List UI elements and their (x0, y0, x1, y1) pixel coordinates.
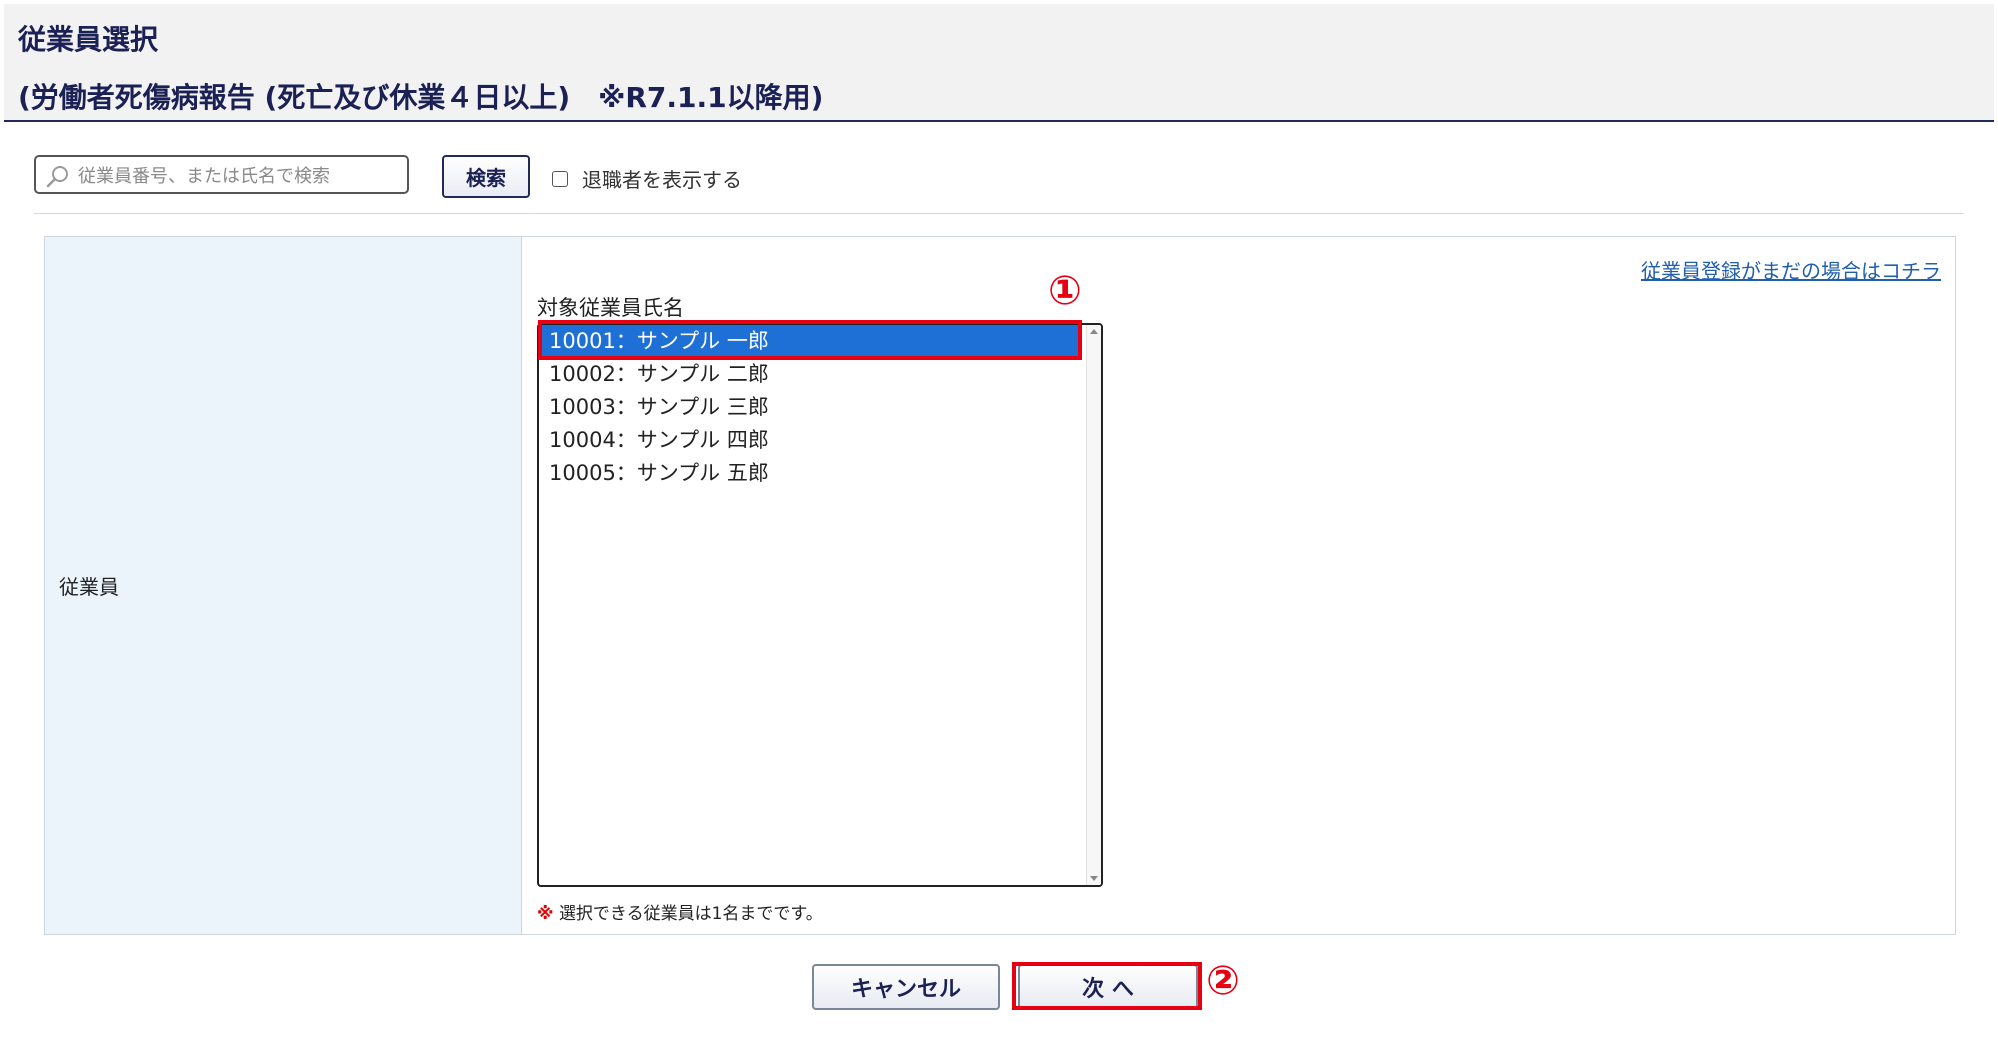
note-text: 選択できる従業員は1名までです。 (558, 904, 823, 924)
search-box[interactable] (34, 155, 409, 194)
search-icon (46, 166, 68, 188)
show-retired-label: 退職者を表示する (582, 168, 742, 192)
note-mark: ※ (537, 904, 554, 924)
employee-option-10004[interactable]: 10004：サンプル 四郎 (541, 424, 1079, 457)
search-button[interactable]: 検索 (442, 155, 530, 198)
field-label: 従業員 (59, 575, 119, 599)
page-title: 従業員選択 (18, 23, 159, 56)
step-marker-1: ① (1048, 268, 1082, 314)
divider (34, 213, 1964, 214)
employee-listbox[interactable]: 10001：サンプル 一郎 10002：サンプル 二郎 10003：サンプル 三… (537, 323, 1103, 887)
register-employee-link[interactable]: 従業員登録がまだの場合はコチラ (1641, 255, 1941, 284)
employee-option-10003[interactable]: 10003：サンプル 三郎 (541, 391, 1079, 424)
selection-note: ※ 選択できる従業員は1名までです。 (537, 899, 823, 924)
field-label-cell: 従業員 (45, 237, 522, 934)
show-retired-toggle[interactable]: 退職者を表示する (552, 164, 742, 193)
list-caption: 対象従業員氏名 (537, 296, 684, 320)
employee-option-10002[interactable]: 10002：サンプル 二郎 (541, 358, 1079, 391)
page-subtitle: (労働者死傷病報告 (死亡及び休業４日以上) ※R7.1.1以降用) (18, 81, 824, 114)
scroll-down-arrow-icon[interactable] (1090, 876, 1098, 881)
scroll-up-arrow-icon[interactable] (1090, 329, 1098, 334)
search-input[interactable] (76, 161, 400, 191)
show-retired-checkbox[interactable] (552, 170, 568, 187)
highlight-box-1 (538, 320, 1082, 360)
cancel-button[interactable]: キャンセル (812, 964, 1000, 1010)
employee-option-10005[interactable]: 10005：サンプル 五郎 (541, 457, 1079, 490)
step-marker-2: ② (1206, 958, 1240, 1004)
page-header: 従業員選択 (労働者死傷病報告 (死亡及び休業４日以上) ※R7.1.1以降用) (4, 4, 1994, 122)
listbox-scrollbar[interactable] (1086, 325, 1101, 885)
highlight-box-2 (1012, 962, 1202, 1010)
